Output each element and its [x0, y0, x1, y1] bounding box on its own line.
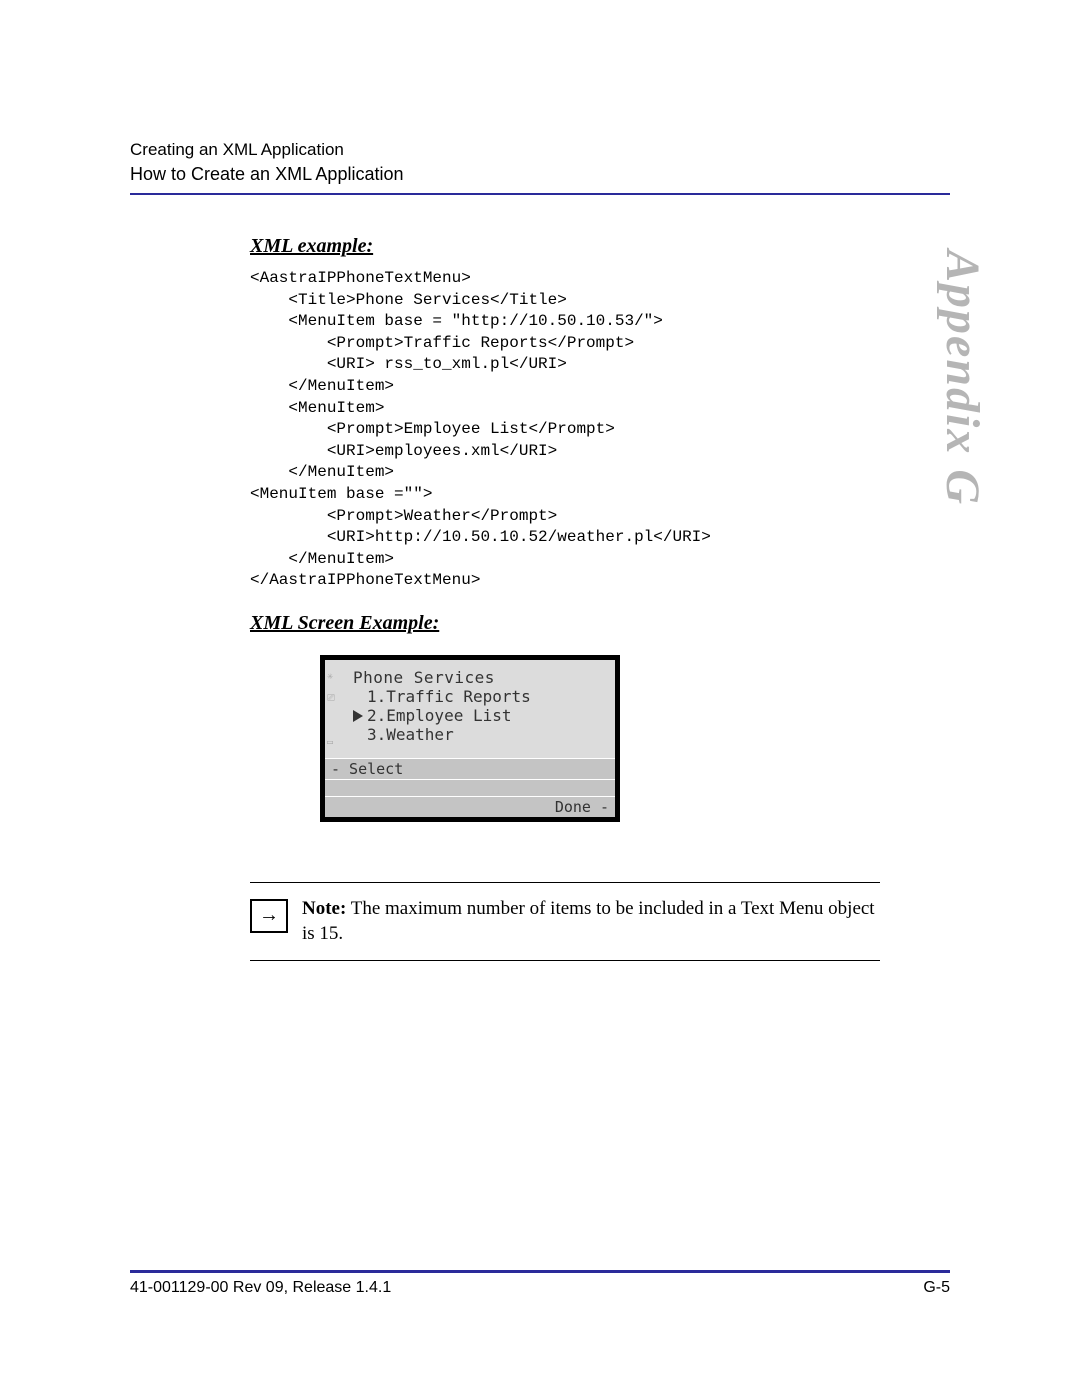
main-content: XML example: <AastraIPPhoneTextMenu> <Ti… — [250, 235, 880, 961]
screen-side-icons: ✳⎚▭ — [327, 666, 343, 754]
page-footer: 41-001129-00 Rev 09, Release 1.4.1 G-5 — [130, 1270, 950, 1297]
screen-title: Phone Services — [353, 668, 609, 687]
appendix-side-label: Appendix G — [935, 250, 990, 506]
note-body: The maximum number of items to be includ… — [302, 898, 875, 944]
header-subtitle: How to Create an XML Application — [130, 164, 950, 185]
softkey-row-1: - Select — [325, 758, 615, 779]
footer-page-number: G-5 — [923, 1279, 950, 1297]
softkey-done: Done - — [555, 797, 609, 817]
xml-screen-heading: XML Screen Example: — [250, 612, 880, 635]
note-arrow-icon: → — [250, 899, 288, 933]
xml-code-block: <AastraIPPhoneTextMenu> <Title>Phone Ser… — [250, 268, 880, 592]
footer-doc-id: 41-001129-00 Rev 09, Release 1.4.1 — [130, 1279, 391, 1297]
screen-item-2: 2.Employee List — [367, 706, 609, 725]
footer-rule — [130, 1270, 950, 1273]
softkey-row-2 — [325, 779, 615, 796]
header-rule — [130, 193, 950, 195]
header-breadcrumb: Creating an XML Application — [130, 140, 950, 160]
xml-example-heading: XML example: — [250, 235, 880, 258]
softkey-row-3: Done - — [325, 796, 615, 817]
note-text: Note: The maximum number of items to be … — [302, 897, 880, 946]
page-header: Creating an XML Application How to Creat… — [130, 140, 950, 195]
note-block: → Note: The maximum number of items to b… — [250, 882, 880, 961]
phone-screen-mockup: ✳⎚▭ Phone Services 1.Traffic Reports 2.E… — [320, 655, 620, 822]
softkey-select: - Select — [331, 759, 403, 779]
screen-item-3: 3.Weather — [367, 725, 609, 744]
note-label: Note: — [302, 898, 346, 919]
screen-item-1: 1.Traffic Reports — [367, 687, 609, 706]
